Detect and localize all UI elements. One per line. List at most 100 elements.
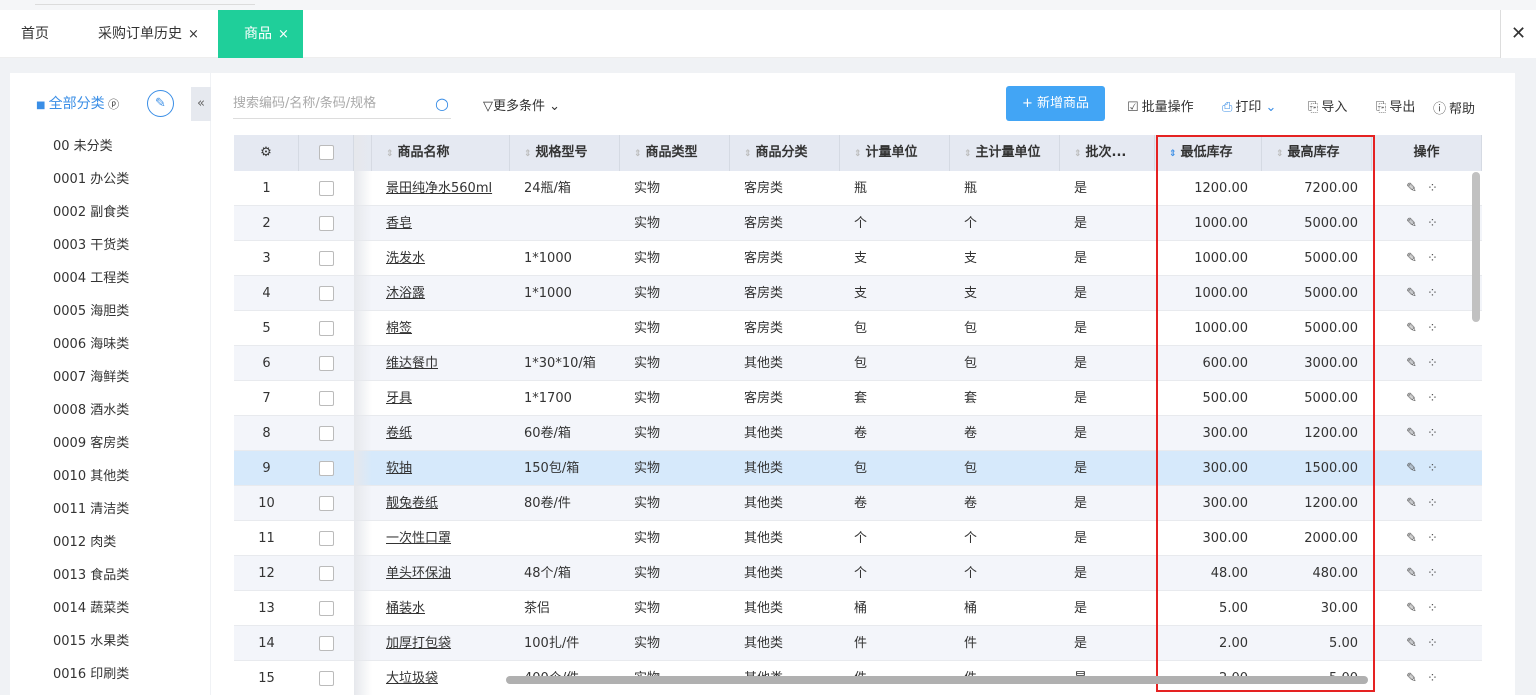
export-button[interactable]: ⎘ 导出	[1376, 96, 1415, 115]
checkbox[interactable]	[319, 286, 334, 301]
sidebar-category[interactable]: 0003 干货类	[53, 234, 129, 253]
edit-icon[interactable]: ✎	[1406, 531, 1427, 546]
edit-icon[interactable]: ✎	[1406, 496, 1427, 511]
product-name[interactable]: 洗发水	[386, 251, 425, 266]
checkbox[interactable]	[318, 145, 334, 160]
all-categories[interactable]: ■ 全部分类 ⓟ	[36, 93, 119, 113]
product-name[interactable]: 靓兔卷纸	[386, 496, 438, 511]
sidebar-category[interactable]: 0006 海味类	[53, 333, 129, 352]
more-grid-icon[interactable]: ⁘	[1427, 391, 1448, 406]
sort-icon[interactable]: ⇕	[964, 149, 972, 159]
product-name-link[interactable]: 大垃圾袋	[372, 661, 510, 695]
sidebar-category[interactable]: 0009 客房类	[53, 432, 129, 451]
sidebar-category[interactable]: 0013 食品类	[53, 564, 129, 583]
product-name-link[interactable]: 桶装水	[372, 591, 510, 626]
edit-icon[interactable]: ✎	[1406, 636, 1427, 651]
row-checkbox-cell[interactable]	[299, 591, 354, 626]
table-row[interactable]: 6 维达餐巾 1*30*10/箱 实物 其他类 包 包 是 600.00 3000.00 ✎⁘	[234, 346, 1482, 381]
checkbox[interactable]	[319, 181, 334, 196]
sidebar-category[interactable]: 0010 其他类	[53, 465, 129, 484]
product-name[interactable]: 单头环保油	[386, 566, 451, 581]
product-name[interactable]: 棉签	[386, 321, 412, 336]
column-header[interactable]: ⇕ 批次...	[1060, 135, 1155, 171]
search-icon[interactable]: ○	[435, 89, 449, 119]
checkbox[interactable]	[319, 321, 334, 336]
row-checkbox-cell[interactable]	[299, 206, 354, 241]
more-filters-button[interactable]: ▽更多条件 ⌄	[483, 95, 560, 114]
select-all-checkbox[interactable]	[299, 135, 354, 171]
edit-icon[interactable]: ✎	[147, 90, 174, 117]
column-header[interactable]: ⇕ 规格型号	[510, 135, 620, 171]
edit-icon[interactable]: ✎	[1406, 601, 1427, 616]
row-checkbox-cell[interactable]	[299, 486, 354, 521]
product-name[interactable]: 大垃圾袋	[386, 671, 438, 686]
more-grid-icon[interactable]: ⁘	[1427, 426, 1448, 441]
table-row[interactable]: 9 软抽 150包/箱 实物 其他类 包 包 是 300.00 1500.00 ✎⁘	[234, 451, 1482, 486]
edit-icon[interactable]: ✎	[1406, 426, 1427, 441]
checkbox[interactable]	[319, 426, 334, 441]
row-checkbox-cell[interactable]	[299, 556, 354, 591]
sort-icon[interactable]: ⇕	[386, 149, 394, 159]
print-button[interactable]: ⎙ 打印 ⌄	[1222, 96, 1276, 115]
more-grid-icon[interactable]: ⁘	[1427, 216, 1448, 231]
sort-icon[interactable]: ⇕	[1169, 149, 1177, 159]
product-name[interactable]: 软抽	[386, 461, 412, 476]
product-name-link[interactable]: 单头环保油	[372, 556, 510, 591]
checkbox[interactable]	[319, 601, 334, 616]
more-grid-icon[interactable]: ⁘	[1427, 321, 1448, 336]
column-header[interactable]: ⇕ 最高库存	[1262, 135, 1372, 171]
product-name-link[interactable]: 一次性口罩	[372, 521, 510, 556]
more-grid-icon[interactable]: ⁘	[1427, 566, 1448, 581]
edit-icon[interactable]: ✎	[1406, 251, 1427, 266]
more-grid-icon[interactable]: ⁘	[1427, 671, 1448, 686]
product-name[interactable]: 桶装水	[386, 601, 425, 616]
row-checkbox-cell[interactable]	[299, 661, 354, 695]
table-row[interactable]: 4 沐浴露 1*1000 实物 客房类 支 支 是 1000.00 5000.00 ✎⁘	[234, 276, 1482, 311]
more-grid-icon[interactable]: ⁘	[1427, 286, 1448, 301]
checkbox[interactable]	[319, 251, 334, 266]
row-checkbox-cell[interactable]	[299, 626, 354, 661]
sort-icon[interactable]: ⇕	[1276, 149, 1284, 159]
product-name-link[interactable]: 洗发水	[372, 241, 510, 276]
checkbox[interactable]	[319, 531, 334, 546]
tab-home[interactable]: 首页	[21, 10, 49, 58]
table-row[interactable]: 11 一次性口罩 实物 其他类 个 个 是 300.00 2000.00 ✎⁘	[234, 521, 1482, 556]
checkbox[interactable]	[319, 356, 334, 371]
checkbox[interactable]	[319, 496, 334, 511]
horizontal-scrollbar[interactable]	[506, 676, 1368, 684]
product-name[interactable]: 维达餐巾	[386, 356, 438, 371]
sort-icon[interactable]: ⇕	[524, 149, 532, 159]
checkbox[interactable]	[319, 636, 334, 651]
edit-icon[interactable]: ✎	[1406, 286, 1427, 301]
row-checkbox-cell[interactable]	[299, 276, 354, 311]
product-name-link[interactable]: 牙具	[372, 381, 510, 416]
add-product-button[interactable]: + 新增商品	[1006, 86, 1105, 121]
sidebar-category[interactable]: 0001 办公类	[53, 168, 129, 187]
tab-products[interactable]: 商品 ×	[218, 10, 303, 58]
tab-purchase-history[interactable]: 采购订单历史 ×	[98, 10, 199, 58]
column-header[interactable]: ⇕ 商品分类	[730, 135, 840, 171]
column-header[interactable]: ⇕ 商品类型	[620, 135, 730, 171]
table-row[interactable]: 13 桶装水 茶侣 实物 其他类 桶 桶 是 5.00 30.00 ✎⁘	[234, 591, 1482, 626]
sidebar-category[interactable]: 0016 印刷类	[53, 663, 129, 682]
edit-icon[interactable]: ✎	[1406, 391, 1427, 406]
edit-icon[interactable]: ✎	[1406, 216, 1427, 231]
sort-icon[interactable]: ⇕	[1074, 149, 1082, 159]
table-row[interactable]: 10 靓兔卷纸 80卷/件 实物 其他类 卷 卷 是 300.00 1200.00 ✎⁘	[234, 486, 1482, 521]
column-header[interactable]: ⇕ 主计量单位	[950, 135, 1060, 171]
row-checkbox-cell[interactable]	[299, 521, 354, 556]
sidebar-category[interactable]: 0015 水果类	[53, 630, 129, 649]
row-checkbox-cell[interactable]	[299, 311, 354, 346]
column-header[interactable]: ⇕ 商品名称	[372, 135, 510, 171]
more-grid-icon[interactable]: ⁘	[1427, 496, 1448, 511]
vertical-scrollbar[interactable]	[1472, 172, 1480, 322]
row-checkbox-cell[interactable]	[299, 241, 354, 276]
collapse-button[interactable]: «	[191, 87, 211, 121]
checkbox[interactable]	[319, 216, 334, 231]
product-name[interactable]: 香皂	[386, 216, 412, 231]
product-name-link[interactable]: 靓兔卷纸	[372, 486, 510, 521]
more-grid-icon[interactable]: ⁘	[1427, 251, 1448, 266]
sidebar-category[interactable]: 0012 肉类	[53, 531, 116, 550]
sidebar-category[interactable]: 0011 清洁类	[53, 498, 129, 517]
more-grid-icon[interactable]: ⁘	[1427, 461, 1448, 476]
